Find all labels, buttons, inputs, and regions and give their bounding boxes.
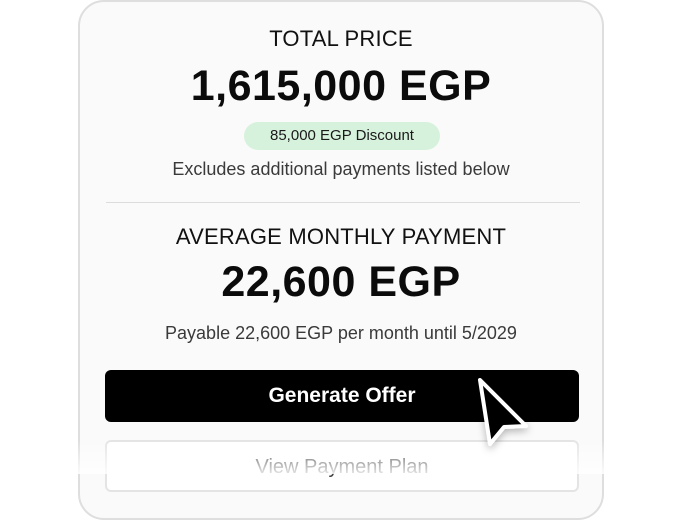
monthly-payment-note: Payable 22,600 EGP per month until 5/202… xyxy=(165,323,517,343)
monthly-payment-label: AVERAGE MONTHLY PAYMENT xyxy=(175,224,507,249)
total-price-note: Excludes additional payments listed belo… xyxy=(172,159,510,179)
divider xyxy=(106,202,580,203)
monthly-payment-amount: 22,600 EGP xyxy=(221,258,461,306)
discount-badge: 85,000 EGP Discount xyxy=(244,122,440,150)
price-summary-card: TOTAL PRICE 1,615,000 EGP 85,000 EGP Dis… xyxy=(78,0,604,520)
view-payment-plan-button[interactable]: View Payment Plan xyxy=(105,440,579,492)
total-price-amount: 1,615,000 EGP xyxy=(190,62,492,110)
generate-offer-button[interactable]: Generate Offer xyxy=(105,370,579,422)
total-price-label: TOTAL PRICE xyxy=(269,26,413,51)
